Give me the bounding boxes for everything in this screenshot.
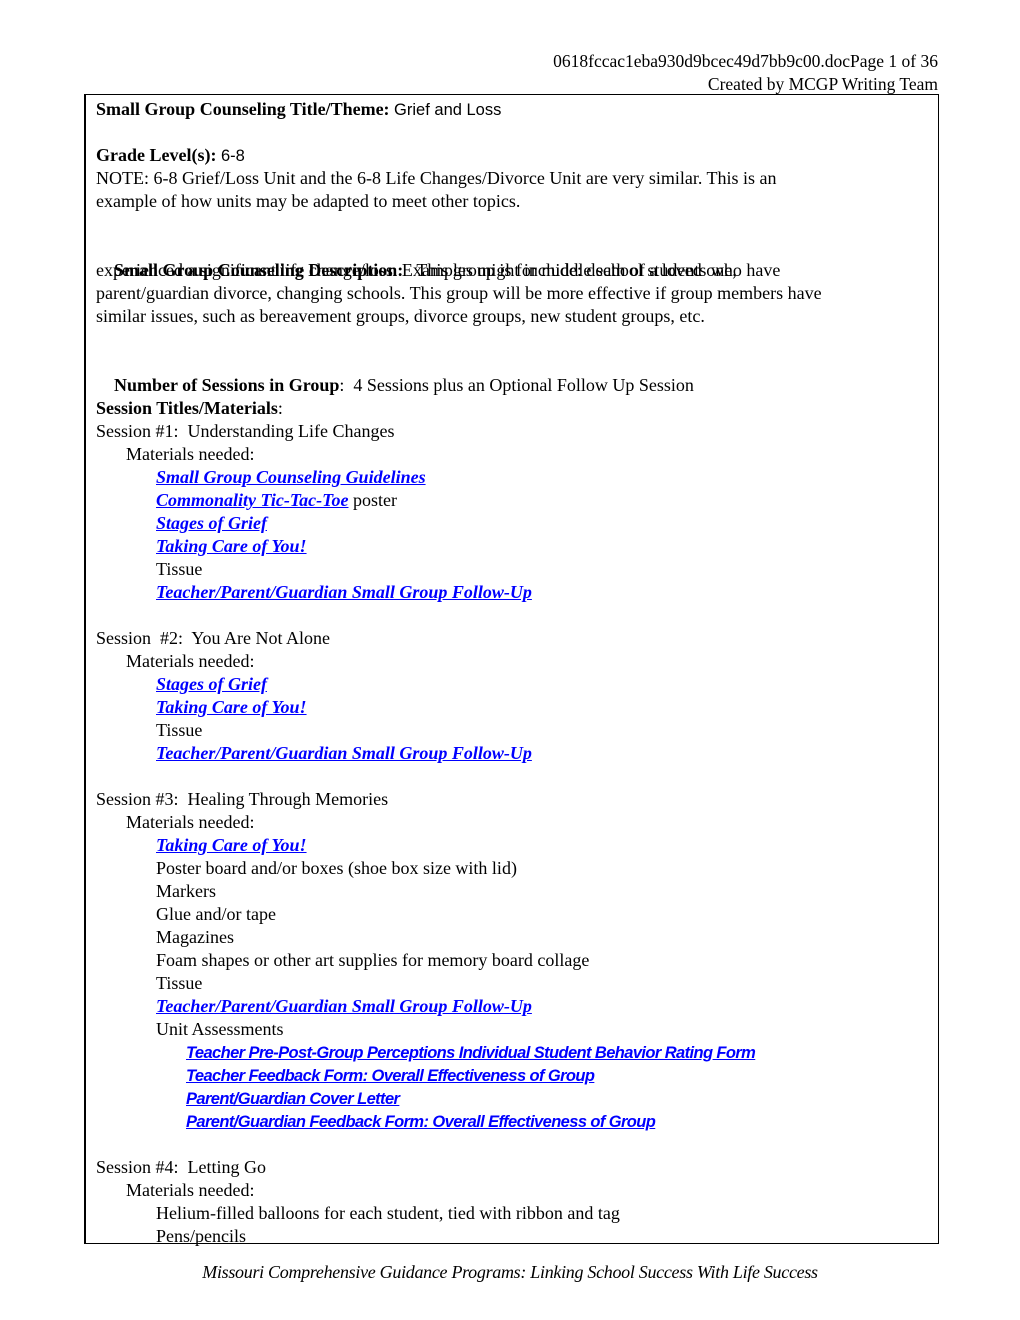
- description-line-3: parent/guardian divorce, changing school…: [96, 283, 822, 303]
- grade-note-2: example of how units may be adapted to m…: [96, 191, 521, 211]
- material-item[interactable]: Commonality Tic-Tac-Toe poster: [96, 489, 938, 512]
- created-by: Created by MCGP Writing Team: [707, 74, 938, 94]
- assessment-item[interactable]: Parent/Guardian Feedback Form: Overall E…: [96, 1110, 938, 1133]
- grade-value: 6-8: [220, 147, 245, 165]
- material-item: Foam shapes or other art supplies for me…: [96, 949, 938, 972]
- material-item[interactable]: Taking Care of You!: [96, 696, 938, 719]
- assessment-item[interactable]: Teacher Pre-Post-Group Perceptions Indiv…: [96, 1041, 938, 1064]
- material-text: Tissue: [156, 973, 203, 993]
- material-item: Markers: [96, 880, 938, 903]
- materials-needed-label: Materials needed:: [126, 651, 255, 671]
- material-link[interactable]: Taking Care of You!: [156, 697, 307, 717]
- session-title: Session #4: Letting Go: [96, 1157, 266, 1177]
- grade-note-1: NOTE: 6-8 Grief/Loss Unit and the 6-8 Li…: [96, 168, 777, 188]
- session-title: Session #1: Understanding Life Changes: [96, 421, 395, 441]
- material-suffix: poster: [348, 490, 397, 510]
- session-titles-label: Session Titles/Materials: [96, 398, 278, 418]
- session-title: Session #2: You Are Not Alone: [96, 628, 331, 648]
- material-item: Helium-filled balloons for each student,…: [96, 1202, 938, 1225]
- materials-needed-label: Materials needed:: [126, 1180, 255, 1200]
- material-text: Tissue: [156, 720, 203, 740]
- material-text: Markers: [156, 881, 216, 901]
- material-item: Poster board and/or boxes (shoe box size…: [96, 857, 938, 880]
- material-link[interactable]: Stages of Grief: [156, 674, 267, 694]
- sessions-count-line: Number of Sessions in Group: 4 Sessions …: [96, 351, 938, 395]
- sessions-count-value: : 4 Sessions plus an Optional Follow Up …: [339, 375, 694, 395]
- material-item[interactable]: Teacher/Parent/Guardian Small Group Foll…: [96, 742, 938, 765]
- material-text: Poster board and/or boxes (shoe box size…: [156, 858, 517, 878]
- material-item[interactable]: Teacher/Parent/Guardian Small Group Foll…: [96, 995, 938, 1018]
- material-item: Glue and/or tape: [96, 903, 938, 926]
- material-link[interactable]: Small Group Counseling Guidelines: [156, 467, 426, 487]
- grade-label: Grade Level(s):: [96, 145, 217, 165]
- material-text: Unit Assessments: [156, 1019, 284, 1039]
- assessment-link[interactable]: Teacher Pre-Post-Group Perceptions Indiv…: [186, 1044, 756, 1062]
- assessment-item[interactable]: Teacher Feedback Form: Overall Effective…: [96, 1064, 938, 1087]
- material-text: Magazines: [156, 927, 234, 947]
- assessment-link[interactable]: Teacher Feedback Form: Overall Effective…: [186, 1067, 595, 1085]
- material-link[interactable]: Teacher/Parent/Guardian Small Group Foll…: [156, 582, 532, 602]
- material-text: Glue and/or tape: [156, 904, 276, 924]
- material-item: Tissue: [96, 719, 938, 742]
- session-titles-heading: Session Titles/Materials:: [96, 397, 938, 420]
- material-link[interactable]: Taking Care of You!: [156, 536, 307, 556]
- material-item[interactable]: Taking Care of You!: [96, 535, 938, 558]
- material-item[interactable]: Teacher/Parent/Guardian Small Group Foll…: [96, 581, 938, 604]
- material-item: Pens/pencils: [96, 1225, 938, 1248]
- assessment-link[interactable]: Parent/Guardian Feedback Form: Overall E…: [186, 1113, 656, 1131]
- materials-needed-label: Materials needed:: [126, 812, 255, 832]
- description-line-4: similar issues, such as bereavement grou…: [96, 306, 705, 326]
- session-titles-colon: :: [277, 398, 283, 418]
- filename-page-number: 0618fccac1eba930d9bcec49d7bb9c00.docPage…: [553, 51, 938, 71]
- title-label: Small Group Counseling Title/Theme:: [96, 99, 390, 119]
- title-line: Small Group Counseling Title/Theme: Grie…: [96, 98, 938, 121]
- description-line-2: experienced a significant life change/lo…: [96, 260, 737, 280]
- material-item: Magazines: [96, 926, 938, 949]
- materials-needed-label: Materials needed:: [126, 444, 255, 464]
- page-footer: Missouri Comprehensive Guidance Programs…: [202, 1262, 818, 1282]
- title-value: Grief and Loss: [394, 101, 502, 119]
- material-text: Foam shapes or other art supplies for me…: [156, 950, 590, 970]
- material-text: Tissue: [156, 559, 203, 579]
- grade-line: Grade Level(s): 6-8: [96, 144, 938, 167]
- content-box: Small Group Counseling Title/Theme: Grie…: [84, 94, 939, 1246]
- material-link[interactable]: Stages of Grief: [156, 513, 267, 533]
- page-header: 0618fccac1eba930d9bcec49d7bb9c00.docPage…: [553, 50, 938, 96]
- material-item: Unit Assessments: [96, 1018, 938, 1041]
- material-text: Pens/pencils: [156, 1226, 246, 1246]
- material-item[interactable]: Stages of Grief: [96, 673, 938, 696]
- material-text: Helium-filled balloons for each student,…: [156, 1203, 620, 1223]
- material-item[interactable]: Taking Care of You!: [96, 834, 938, 857]
- material-link[interactable]: Commonality Tic-Tac-Toe: [156, 490, 348, 510]
- sessions-count-label: Number of Sessions in Group: [114, 375, 340, 395]
- material-item[interactable]: Small Group Counseling Guidelines: [96, 466, 938, 489]
- material-link[interactable]: Teacher/Parent/Guardian Small Group Foll…: [156, 743, 532, 763]
- material-link[interactable]: Teacher/Parent/Guardian Small Group Foll…: [156, 996, 532, 1016]
- session-title: Session #3: Healing Through Memories: [96, 789, 389, 809]
- material-item: Tissue: [96, 558, 938, 581]
- description-line-1: Small Group Counseling Description: This…: [96, 236, 938, 280]
- material-item[interactable]: Stages of Grief: [96, 512, 938, 535]
- sessions-list: Session #1: Understanding Life Changes Ma…: [96, 420, 938, 1248]
- assessment-link[interactable]: Parent/Guardian Cover Letter: [186, 1090, 400, 1108]
- material-link[interactable]: Taking Care of You!: [156, 835, 307, 855]
- assessment-item[interactable]: Parent/Guardian Cover Letter: [96, 1087, 938, 1110]
- material-item: Tissue: [96, 972, 938, 995]
